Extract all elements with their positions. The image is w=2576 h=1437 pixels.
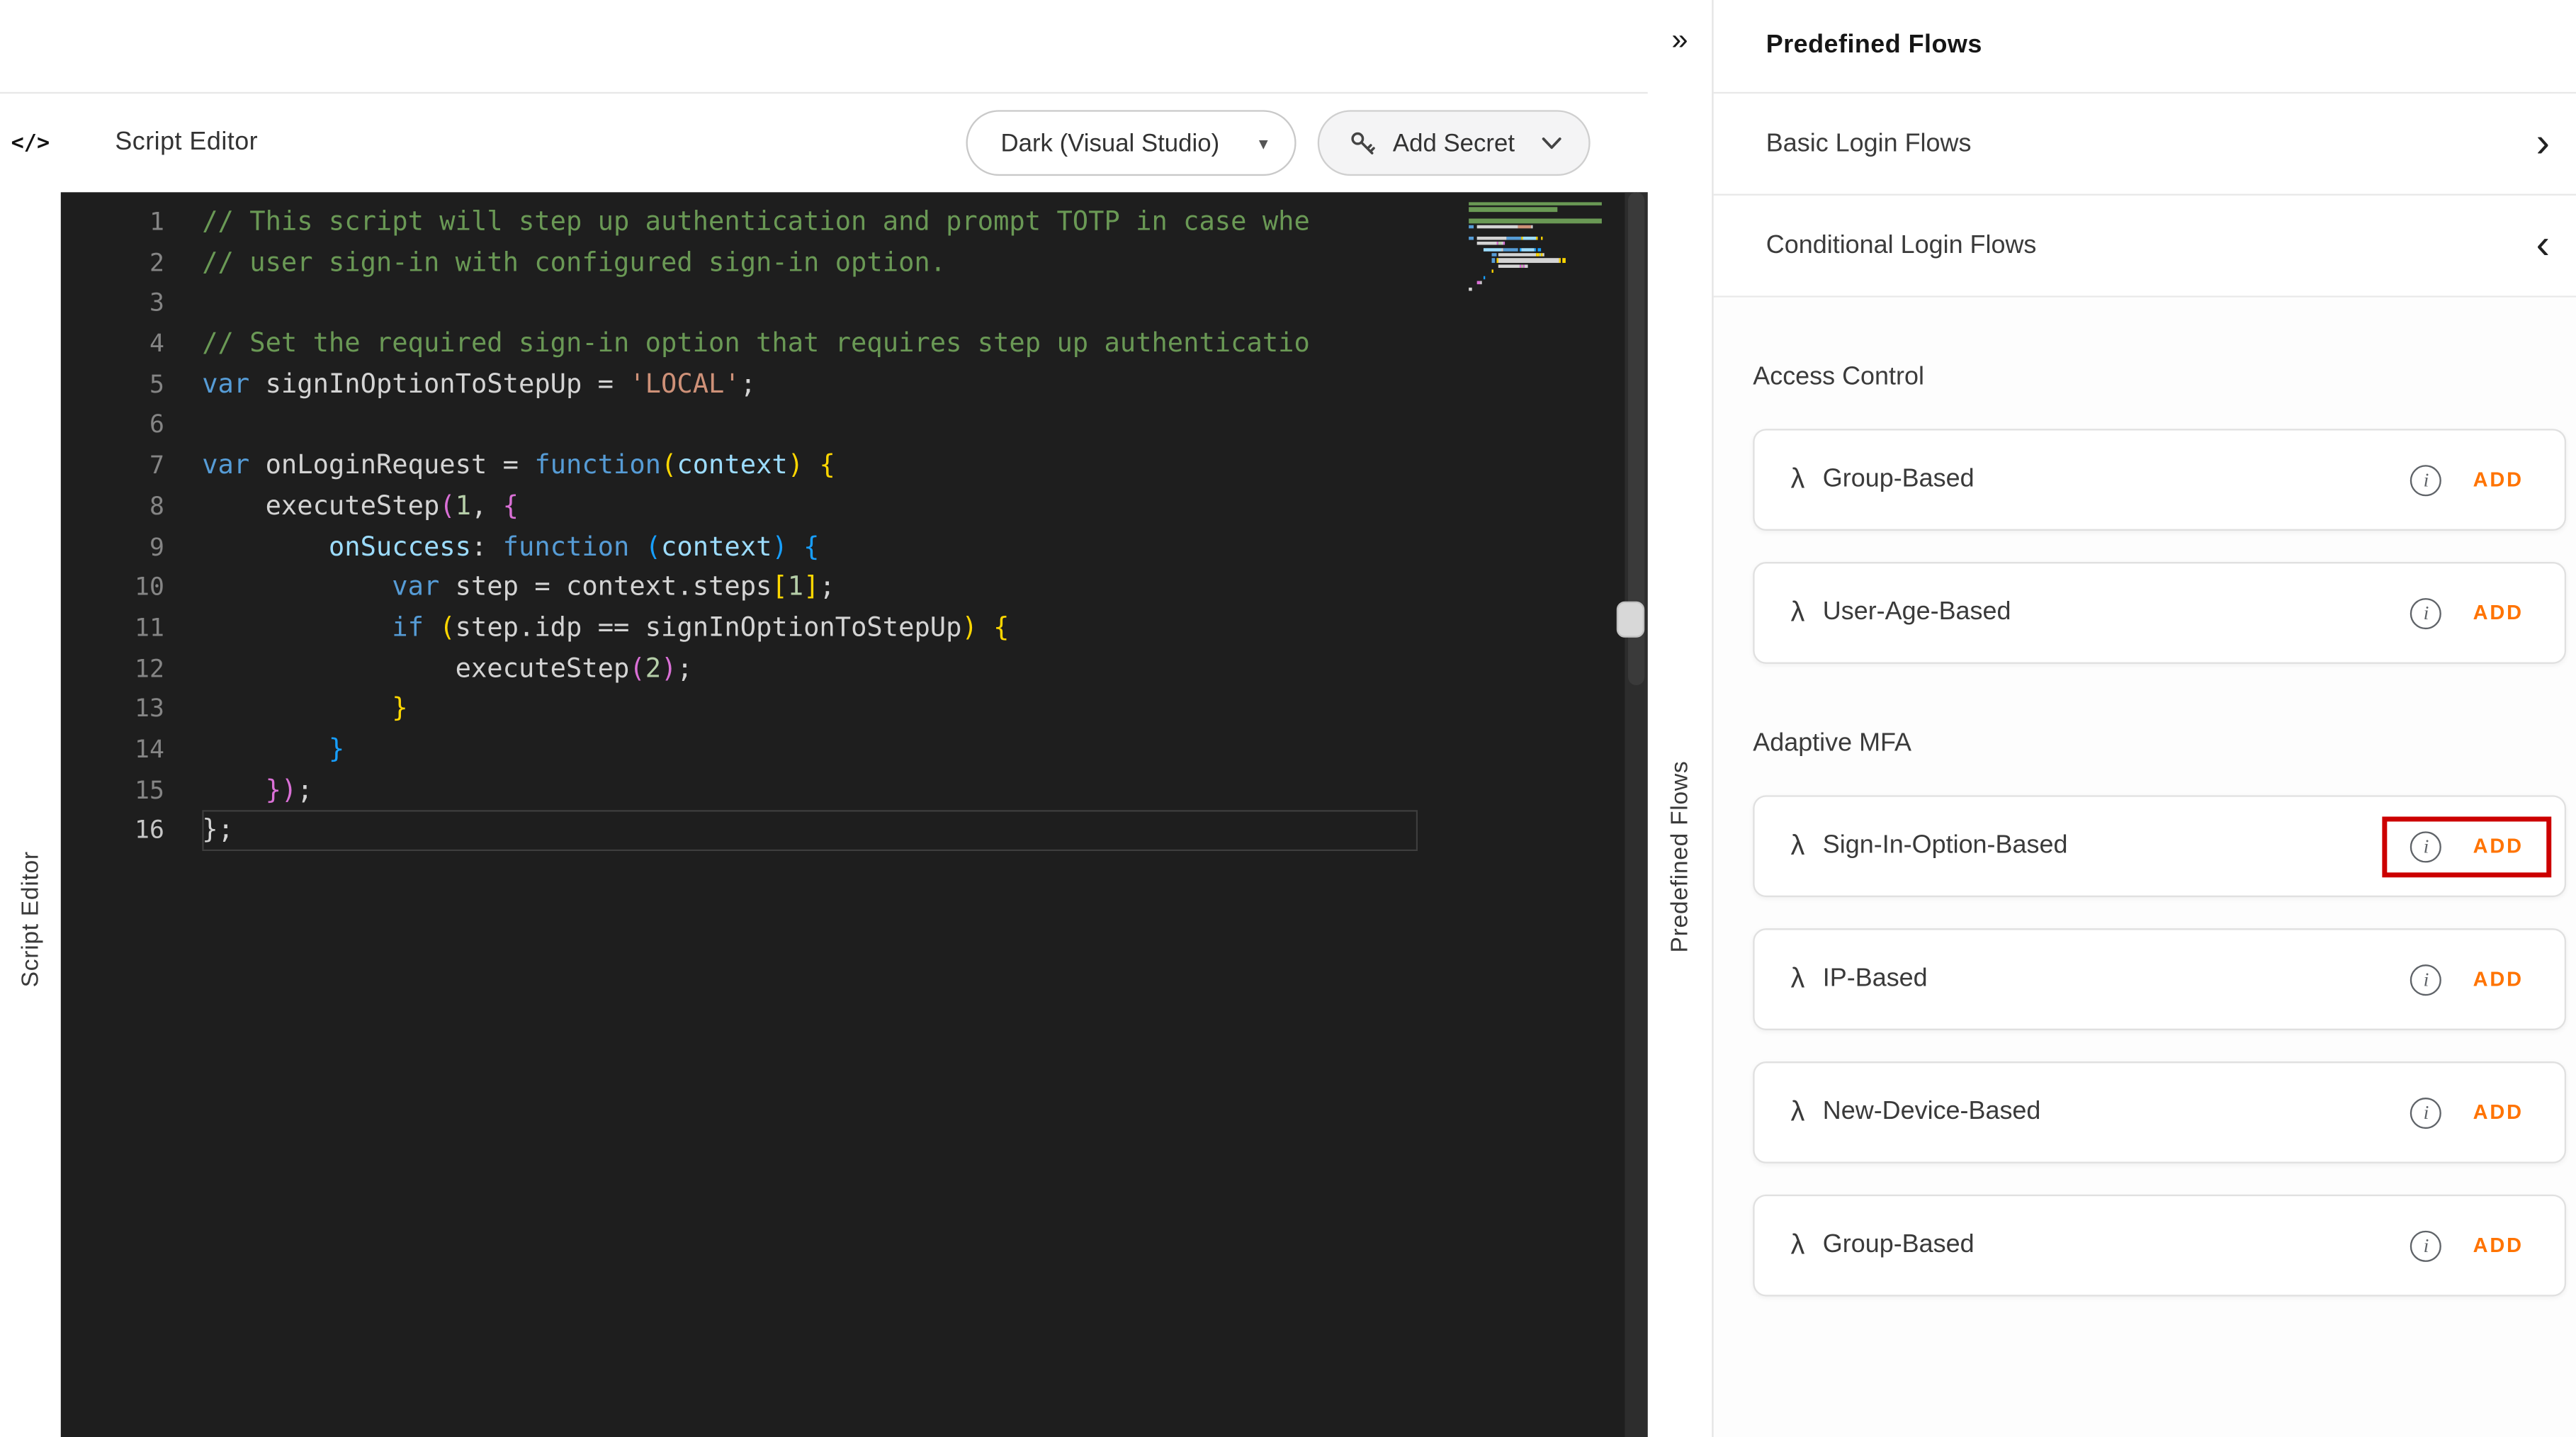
flow-card[interactable]: λ IP-Based i ADD: [1753, 928, 2567, 1030]
predefined-flows-rail: » Predefined Flows: [1647, 0, 1714, 1437]
lambda-icon: λ: [1790, 1229, 1805, 1261]
lambda-icon: λ: [1790, 962, 1805, 994]
section-title-adaptive-mfa: Adaptive MFA: [1753, 729, 1912, 758]
info-icon[interactable]: i: [2410, 1096, 2442, 1128]
minimap-content: [1469, 202, 1620, 293]
accordion-label: Conditional Login Flows: [1766, 230, 2037, 259]
flow-name: User-Age-Based: [1822, 598, 2011, 626]
info-icon[interactable]: i: [2410, 964, 2442, 996]
add-flow-button[interactable]: ADD: [2473, 1101, 2524, 1124]
info-icon[interactable]: i: [2410, 464, 2442, 496]
editor-body: Script Editor 1 2 3 4 5 6 7 8 9 10 11 12 13 14 15 16 //…: [0, 192, 1648, 1437]
collapse-panel-button[interactable]: »: [1648, 23, 1712, 57]
add-flow-button[interactable]: ADD: [2473, 1234, 2524, 1256]
flow-actions: i ADD: [2383, 1215, 2551, 1276]
chevron-down-icon: [1541, 135, 1562, 150]
key-icon: [1348, 129, 1376, 157]
flow-name: Group-Based: [1822, 1230, 1975, 1259]
info-icon[interactable]: i: [2410, 597, 2442, 629]
info-icon[interactable]: i: [2410, 830, 2442, 862]
theme-dropdown-value: Dark (Visual Studio): [1000, 129, 1220, 157]
add-flow-button[interactable]: ADD: [2473, 968, 2524, 991]
lambda-icon: λ: [1790, 830, 1805, 862]
script-editor-header: </> Script Editor Dark (Visual Studio) ▾…: [0, 94, 1648, 192]
minimap[interactable]: [1469, 202, 1620, 293]
flow-name: IP-Based: [1822, 964, 1928, 993]
chevron-left-icon: ‹: [2536, 222, 2550, 268]
left-rail: Script Editor: [0, 192, 61, 1437]
lambda-icon: λ: [1790, 463, 1805, 495]
predefined-flows-panel: Predefined Flows Basic Login Flows › Con…: [1713, 0, 2576, 1437]
code-icon: </>: [11, 130, 50, 156]
script-editor-panel: </> Script Editor Dark (Visual Studio) ▾…: [0, 0, 1648, 1437]
flow-card[interactable]: λ Sign-In-Option-Based i ADD: [1753, 795, 2567, 898]
flow-actions-highlighted: i ADD: [2383, 816, 2552, 877]
add-secret-label: Add Secret: [1392, 129, 1515, 157]
top-strip: [0, 0, 1648, 94]
flow-name: New-Device-Based: [1822, 1098, 2041, 1126]
flow-card[interactable]: λ New-Device-Based i ADD: [1753, 1061, 2567, 1163]
editor-scrollbar[interactable]: [1625, 192, 1648, 1437]
section-title-access-control: Access Control: [1753, 363, 1924, 391]
info-icon[interactable]: i: [2410, 1229, 2442, 1261]
flow-card[interactable]: λ Group-Based i ADD: [1753, 429, 2567, 531]
flow-card[interactable]: λ User-Age-Based i ADD: [1753, 562, 2567, 664]
accordion-label: Basic Login Flows: [1766, 129, 1972, 157]
theme-dropdown[interactable]: Dark (Visual Studio) ▾: [966, 110, 1297, 176]
code-editor[interactable]: 1 2 3 4 5 6 7 8 9 10 11 12 13 14 15 16 // This script w…: [60, 192, 1648, 1437]
chevron-right-icon: ›: [2536, 120, 2550, 167]
code-lines[interactable]: // This script will step up authenticati…: [202, 202, 1648, 1437]
flow-name: Group-Based: [1822, 465, 1975, 493]
flow-name: Sign-In-Option-Based: [1822, 831, 2068, 860]
accordion-basic-login-flows[interactable]: Basic Login Flows ›: [1713, 94, 2576, 196]
lambda-icon: λ: [1790, 596, 1805, 628]
app-window: </> Script Editor Dark (Visual Studio) ▾…: [0, 0, 2576, 1437]
flow-card[interactable]: λ Group-Based i ADD: [1753, 1194, 2567, 1297]
add-flow-button[interactable]: ADD: [2473, 835, 2524, 857]
flow-actions: i ADD: [2383, 1082, 2551, 1143]
line-numbers: 1 2 3 4 5 6 7 8 9 10 11 12 13 14 15 16: [135, 207, 164, 845]
flow-actions: i ADD: [2383, 949, 2551, 1010]
add-flow-button[interactable]: ADD: [2473, 602, 2524, 624]
predefined-flows-header: Predefined Flows: [1713, 0, 2576, 94]
panel-title: Predefined Flows: [1766, 31, 1982, 60]
predefined-flows-vertical-label: Predefined Flows: [1666, 760, 1693, 953]
lambda-icon: λ: [1790, 1095, 1805, 1127]
flows-list: Access Control λ Group-Based i ADD λ Use…: [1713, 297, 2576, 1437]
script-editor-vertical-label: Script Editor: [17, 851, 44, 988]
accordion-conditional-login-flows[interactable]: Conditional Login Flows ‹: [1713, 195, 2576, 298]
panel-resize-handle[interactable]: [1616, 601, 1645, 638]
flow-actions: i ADD: [2383, 449, 2551, 510]
flow-actions: i ADD: [2383, 582, 2551, 643]
add-secret-button[interactable]: Add Secret: [1317, 110, 1591, 176]
add-flow-button[interactable]: ADD: [2473, 468, 2524, 491]
script-editor-title: Script Editor: [115, 128, 259, 157]
chevron-down-icon: ▾: [1258, 133, 1268, 154]
